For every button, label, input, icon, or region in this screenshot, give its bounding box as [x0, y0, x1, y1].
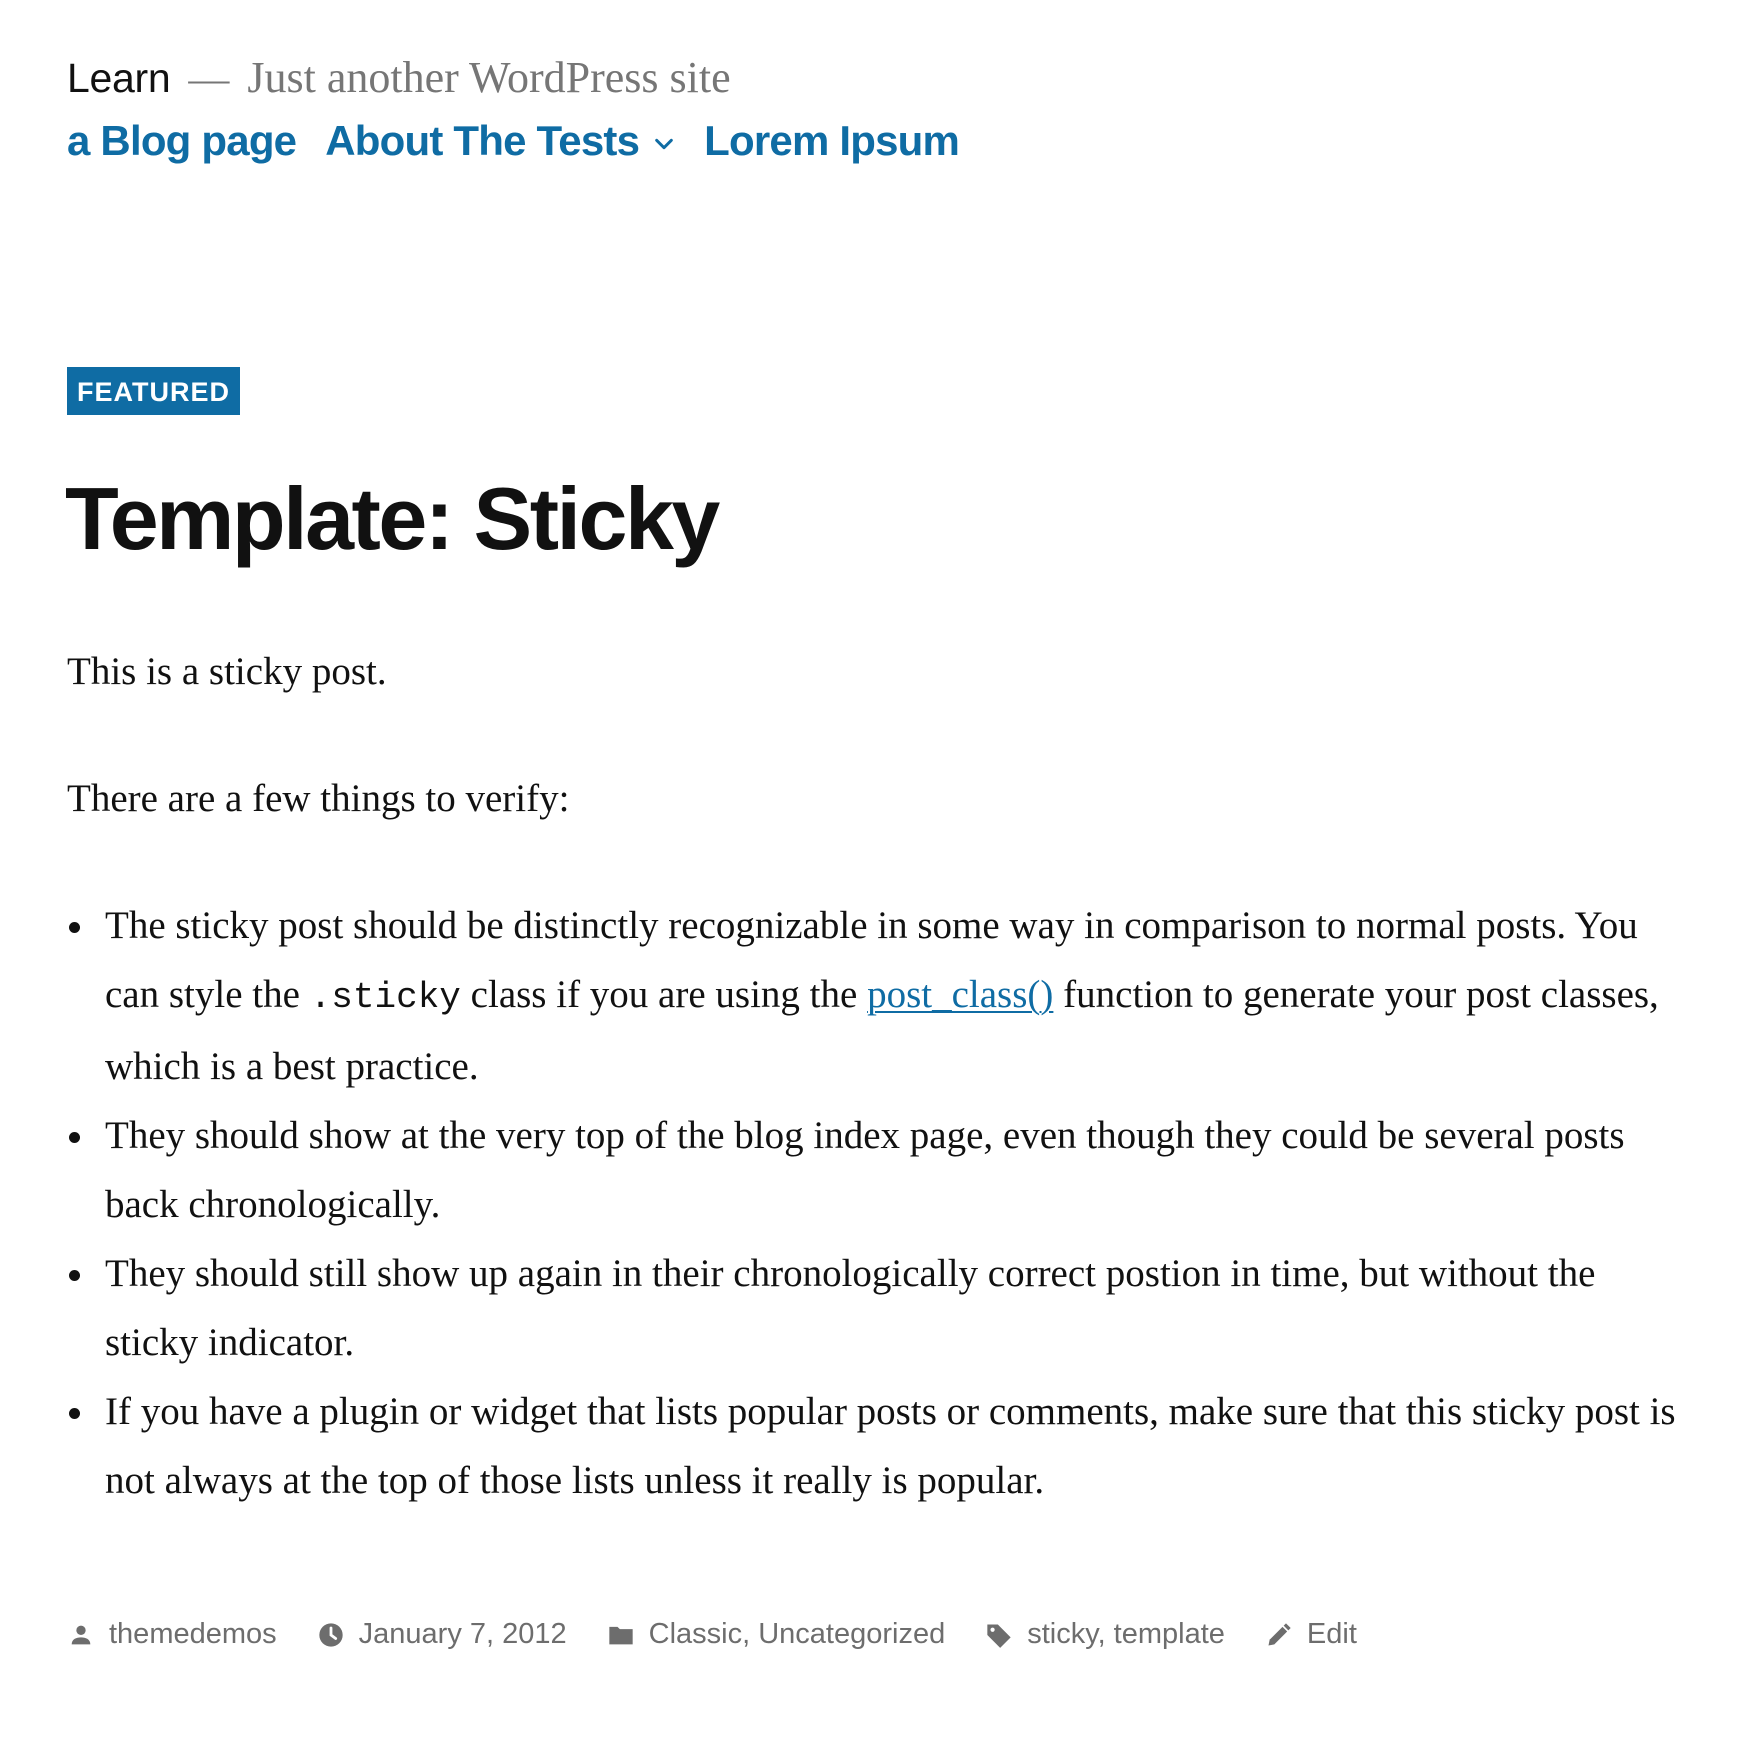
title-separator: — [188, 55, 230, 101]
chevron-down-icon[interactable] [653, 133, 675, 155]
sticky-post: FEATURED Template: Sticky This is a stic… [65, 367, 1687, 1515]
menu-item-lorem-ipsum[interactable]: Lorem Ipsum [704, 117, 960, 165]
post-title: Template: Sticky [65, 469, 720, 568]
meta-author: themedemos [67, 1618, 277, 1651]
clock-icon [318, 1622, 343, 1647]
primary-menu: a Blog page About The Tests Lorem Ipsum [67, 117, 1667, 165]
edit-link[interactable]: Edit [1307, 1618, 1357, 1651]
site-title-link[interactable]: Learn [67, 55, 171, 102]
list-item: They should still show up again in their… [69, 1239, 1687, 1377]
content-paragraph: There are a few things to verify: [67, 777, 570, 820]
post-content: This is a sticky post. There are a few t… [67, 637, 1687, 1515]
featured-badge: FEATURED [67, 367, 240, 415]
meta-edit: Edit [1265, 1618, 1357, 1651]
date-link[interactable]: January 7, 2012 [359, 1618, 567, 1651]
tag-icon [987, 1624, 1011, 1648]
site-description: Just another WordPress site [247, 53, 731, 102]
code-sticky-class: .sticky [309, 977, 461, 1018]
checklist: The sticky post should be distinctly rec… [67, 891, 1687, 1515]
menu-item-blog-page[interactable]: a Blog page [67, 117, 297, 165]
pencil-icon [1268, 1622, 1291, 1645]
menu-item-label: a Blog page [67, 117, 297, 164]
list-item: The sticky post should be distinctly rec… [69, 891, 1687, 1101]
menu-item-label: About The Tests [325, 117, 640, 164]
menu-item-label: Lorem Ipsum [704, 117, 960, 164]
folder-icon [608, 1626, 633, 1644]
category-links[interactable]: Classic, Uncategorized [649, 1618, 946, 1651]
author-link[interactable]: themedemos [109, 1618, 277, 1651]
list-item-text: class if you are using the [460, 973, 868, 1016]
post-class-link[interactable]: post_class() [867, 973, 1053, 1016]
tag-links[interactable]: sticky, template [1027, 1618, 1225, 1651]
meta-date: January 7, 2012 [317, 1618, 567, 1651]
site-header: Learn — Just another WordPress site a Bl… [67, 52, 1667, 165]
content-paragraph: This is a sticky post. [67, 650, 387, 693]
site-branding: Learn — Just another WordPress site [67, 52, 1667, 103]
list-item: If you have a plugin or widget that list… [69, 1377, 1687, 1515]
person-icon [71, 1625, 91, 1644]
list-item: They should show at the very top of the … [69, 1101, 1687, 1239]
meta-tags: sticky, template [985, 1618, 1225, 1651]
menu-item-about-the-tests[interactable]: About The Tests [325, 117, 675, 165]
post-meta: themedemos January 7, 2012 Classic, Unca… [67, 1618, 1397, 1651]
meta-categories: Classic, Uncategorized [607, 1618, 946, 1651]
